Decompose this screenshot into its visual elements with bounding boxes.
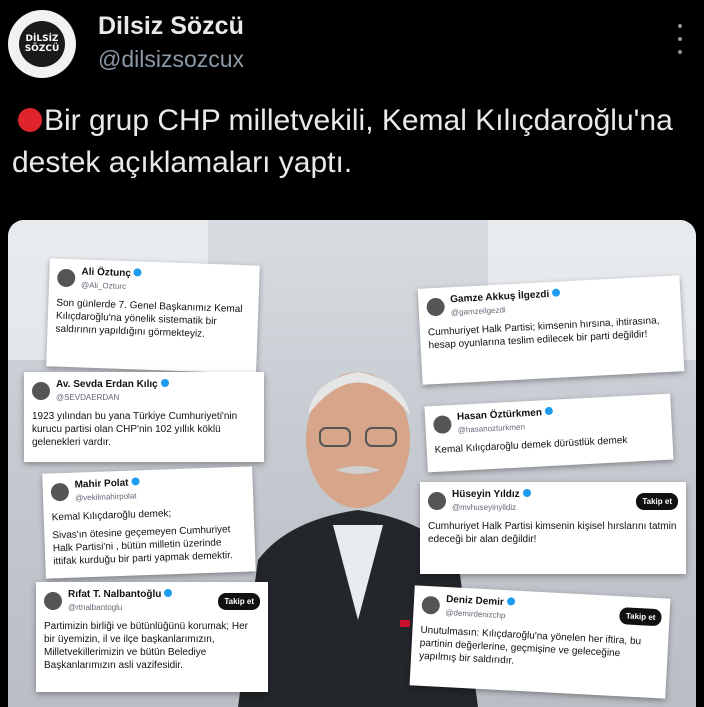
card-text: Unutulmasın: Kılıçdaroğlu'na yönelen her… [418, 624, 642, 667]
verified-icon [551, 288, 561, 297]
card-text: Son günlerde 7. Genel Başkanımız Kemal K… [55, 297, 243, 340]
verified-icon [160, 379, 169, 387]
tweet-card: Ali Öztunç @Ali_Ozturc Son günlerde 7. Ge… [46, 258, 260, 374]
verified-icon [133, 268, 143, 277]
avatar [32, 382, 50, 400]
avatar [428, 492, 446, 510]
tweet-card: Gamze Akkuş İlgezdi @gamzeilgezdi Cumhuri… [417, 275, 685, 385]
card-handle: @Ali_Ozturc [80, 280, 127, 292]
verified-icon [164, 589, 173, 597]
tweet-image[interactable]: Ali Öztunç @Ali_Ozturc Son günlerde 7. Ge… [8, 220, 696, 707]
follow-button: Takip et [218, 592, 260, 610]
tweet-card: Hüseyin Yıldız @mvhuseyinyildiz Takip et C… [420, 482, 686, 574]
card-text: Kemal Kılıçdaroğlu demek; [51, 508, 172, 524]
tweet-card: Deniz Demir @demirdenizchp Takip et Unutul… [409, 585, 671, 699]
avatar [426, 297, 446, 317]
avatar [56, 268, 76, 288]
tweet-body: Bir grup CHP milletvekili, Kemal Kılıçda… [12, 104, 673, 179]
author-handle[interactable]: @dilsizsozcux [98, 46, 244, 73]
follow-button: Takip et [636, 492, 678, 510]
avatar [432, 415, 452, 435]
card-text: Cumhuriyet Halk Partisi kimsenin kişisel… [428, 521, 677, 545]
red-circle-icon [18, 108, 42, 132]
avatar [50, 482, 70, 502]
avatar [421, 595, 441, 615]
card-text: Sivas'ın ötesine geçemeyen Cumhuriyet Ha… [52, 524, 233, 568]
card-text: Partimizin birliği ve bütünlüğünü koruma… [44, 621, 248, 671]
card-text: 1923 yılından bu yana Türkiye Cumhuriyet… [32, 411, 238, 448]
card-handle: @SEVDAERDAN [56, 393, 120, 402]
tweet-card: Rıfat T. Nalbantoğlu @rtnalbantoglu Takip … [36, 582, 268, 692]
card-name: Hüseyin Yıldız [452, 489, 520, 500]
avatar-logo: DİLSİZ SÖZCÜ [19, 21, 65, 67]
card-name: Rıfat T. Nalbantoğlu [68, 589, 162, 600]
author-display-name[interactable]: Dilsiz Sözcü [98, 12, 244, 41]
card-text: Cumhuriyet Halk Partisi; kimsenin hırsın… [427, 315, 660, 352]
tweet-text: Bir grup CHP milletvekili, Kemal Kılıçda… [12, 100, 692, 184]
card-name: Av. Sevda Erdan Kılıç [56, 379, 158, 390]
verified-icon [131, 477, 140, 486]
tweet-card: Mahir Polat @vekilmahirpolat Kemal Kılıçd… [42, 466, 256, 579]
tweet-card: Av. Sevda Erdan Kılıç @SEVDAERDAN 1923 yı… [24, 372, 264, 462]
verified-icon [522, 489, 531, 497]
card-handle: @rtnalbantoglu [68, 603, 123, 612]
more-options-icon[interactable] [672, 24, 688, 54]
tweet-card: Hasan Öztürkmen @hasanozturkmen Kemal Kıl… [424, 393, 674, 473]
verified-icon [544, 406, 554, 416]
card-handle: @demirdenizchp [445, 608, 506, 621]
follow-button: Takip et [619, 606, 662, 626]
card-name: Mahir Polat [74, 477, 129, 491]
card-handle: @vekilmahirpolat [74, 491, 137, 503]
card-name: Ali Öztunç [81, 266, 132, 280]
avatar-text-bottom: SÖZCÜ [24, 44, 60, 54]
avatar-text-top: DİLSİZ [25, 34, 59, 44]
avatar [44, 592, 62, 610]
author-avatar[interactable]: DİLSİZ SÖZCÜ [8, 10, 76, 78]
verified-icon [506, 597, 516, 606]
card-handle: @mvhuseyinyildiz [452, 503, 517, 512]
